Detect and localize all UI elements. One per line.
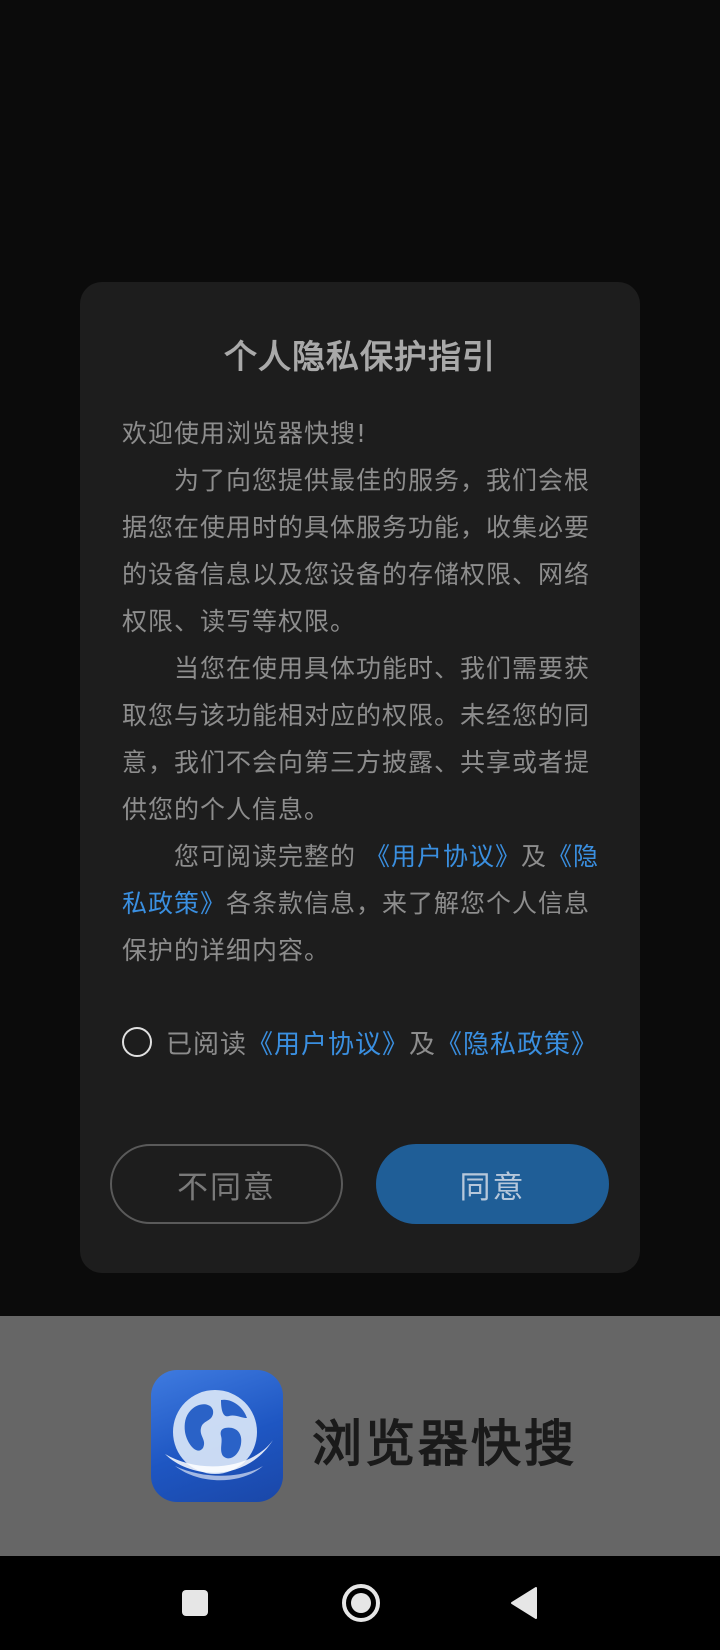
paragraph-3-prefix: 您可阅读完整的 — [174, 842, 357, 871]
consent-prefix: 已阅读 — [166, 1029, 248, 1060]
consent-user-agreement-link[interactable]: 《用户协议》 — [247, 1024, 409, 1061]
dialog-title: 个人隐私保护指引 — [224, 337, 496, 376]
screen: 个人隐私保护指引 欢迎使用浏览器快搜! 为了向您提供最佳的服务，我们会根据您在使… — [0, 0, 720, 1650]
consent-row: 已阅读 《用户协议》 及 《隐私政策》 — [122, 1022, 598, 1062]
app-name: 浏览器快搜 — [312, 1415, 577, 1473]
agree-button[interactable]: 同意 — [376, 1144, 609, 1224]
consent-privacy-policy-link[interactable]: 《隐私政策》 — [436, 1024, 598, 1061]
square-icon[interactable] — [172, 1580, 218, 1626]
paragraph-3: 您可阅读完整的 《用户协议》及《隐私政策》各条款信息，来了解您个人信息保护的详细… — [122, 833, 602, 974]
disagree-button[interactable]: 不同意 — [110, 1144, 343, 1224]
privacy-dialog: 个人隐私保护指引 欢迎使用浏览器快搜! 为了向您提供最佳的服务，我们会根据您在使… — [80, 282, 640, 1273]
welcome-text: 欢迎使用浏览器快搜! — [122, 419, 368, 448]
triangle-back-icon[interactable] — [502, 1580, 548, 1626]
paragraph-1: 为了向您提供最佳的服务，我们会根据您在使用时的具体服务功能，收集必要的设备信息以… — [122, 466, 591, 636]
and-text: 及 — [520, 842, 547, 871]
dialog-body: 欢迎使用浏览器快搜! 为了向您提供最佳的服务，我们会根据您在使用时的具体服务功能… — [122, 410, 602, 974]
consent-and-text: 及 — [409, 1029, 437, 1060]
circle-icon[interactable] — [338, 1580, 384, 1626]
user-agreement-link[interactable]: 《用户协议》 — [365, 842, 521, 871]
consent-checkbox[interactable] — [122, 1027, 152, 1057]
paragraph-2: 当您在使用具体功能时、我们需要获取您与该功能相对应的权限。未经您的同意，我们不会… — [122, 654, 591, 824]
navigation-bar — [0, 1556, 720, 1650]
splash-band: 浏览器快搜 — [0, 1316, 720, 1556]
globe-icon — [151, 1370, 283, 1502]
